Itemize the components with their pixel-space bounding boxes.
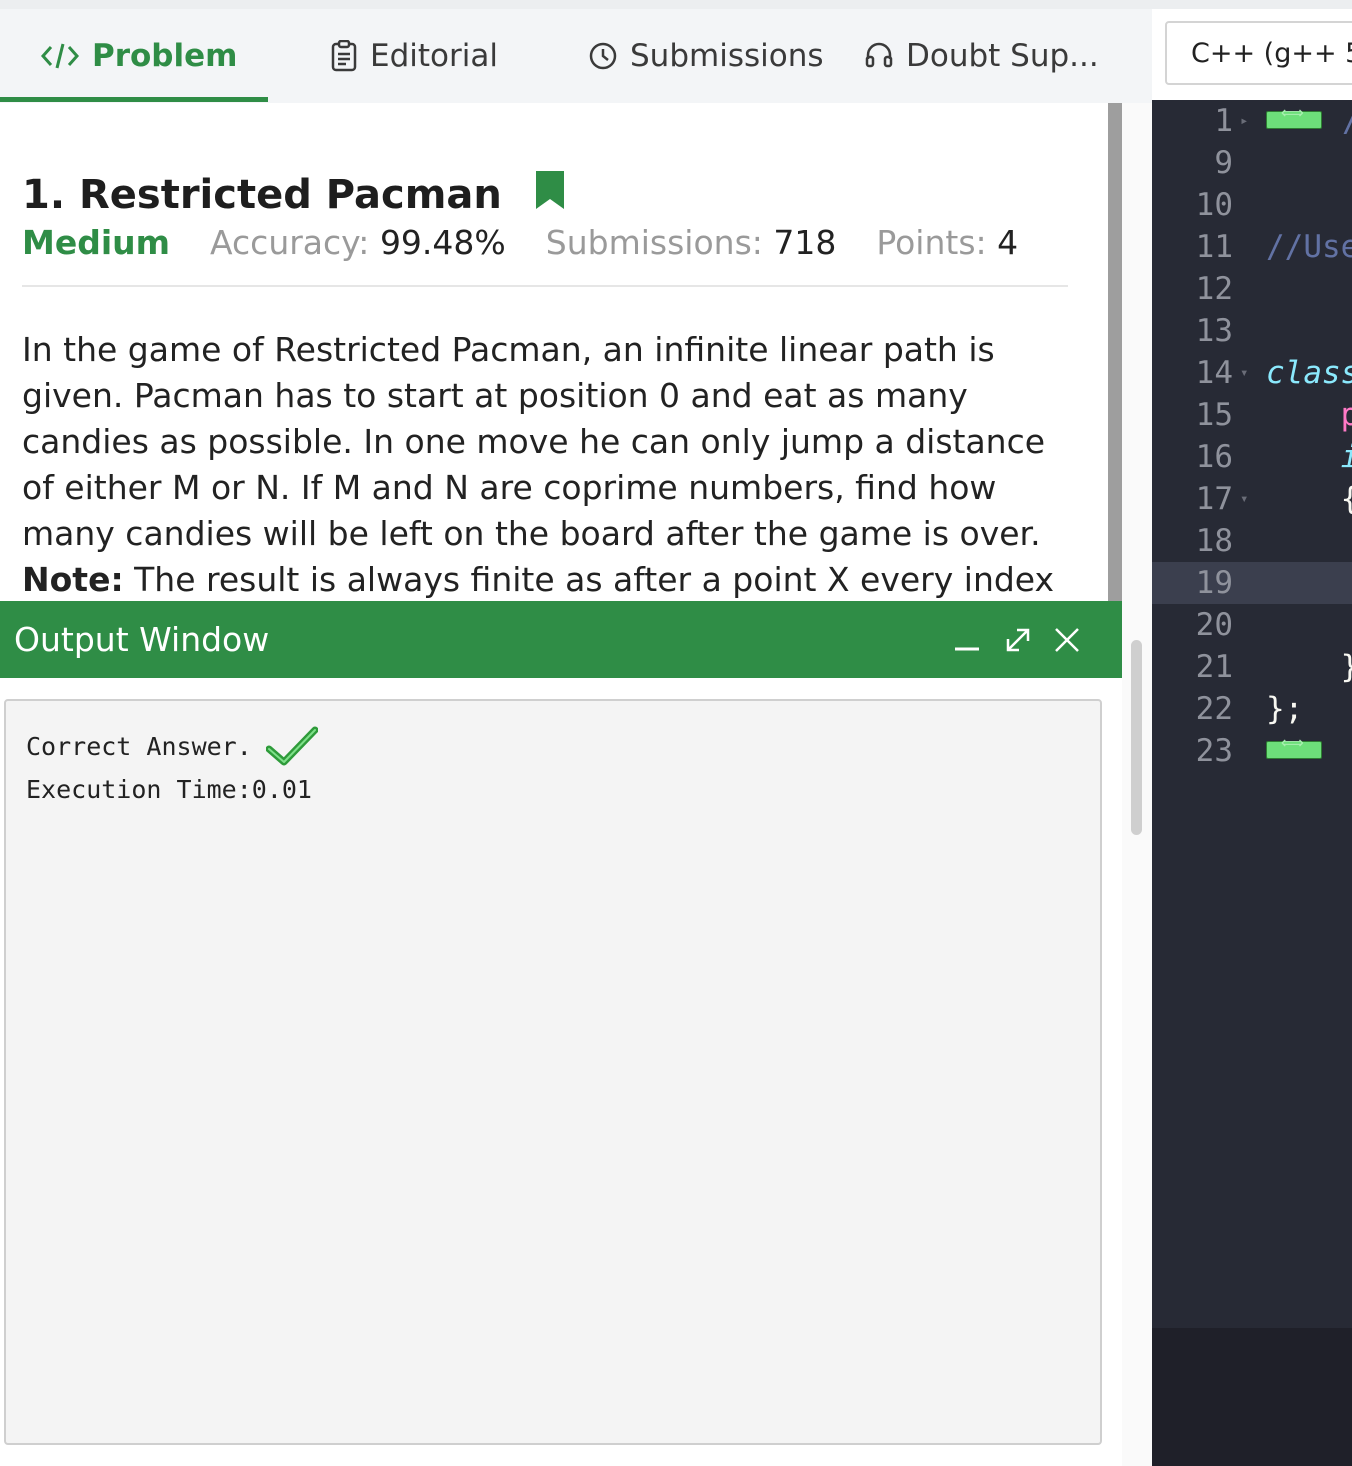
clock-icon <box>588 41 618 71</box>
code-icon <box>40 41 80 71</box>
editor-line[interactable]: 12 <box>1152 268 1352 310</box>
tab-problem[interactable]: Problem <box>40 9 237 103</box>
output-result-line: Correct Answer. <box>26 725 318 767</box>
line-number: 13 <box>1195 313 1233 349</box>
line-number: 15 <box>1195 397 1233 433</box>
line-number: 17 <box>1195 481 1233 517</box>
tab-doubt-support[interactable]: Doubt Sup... <box>864 9 1099 103</box>
line-number: 19 <box>1195 565 1233 601</box>
editor-line[interactable]: 22}; <box>1152 688 1352 730</box>
note-label: Note: <box>22 560 124 599</box>
points-value: 4 <box>997 223 1019 262</box>
output-window: Correct Answer. Execution Time:0.01 <box>0 678 1122 1466</box>
line-number: 1 <box>1214 103 1233 139</box>
problem-panel: 1. Restricted Pacman Medium Accuracy: 99… <box>0 103 1108 603</box>
editor-line[interactable]: 9 <box>1152 142 1352 184</box>
editor-line[interactable]: 21 } <box>1152 646 1352 688</box>
maximize-button[interactable] <box>999 601 1037 678</box>
code-text: { <box>1266 481 1352 517</box>
language-select[interactable]: C++ (g++ 5.4) <box>1165 21 1352 85</box>
difficulty-badge: Medium <box>22 223 171 262</box>
line-number: 16 <box>1195 439 1233 475</box>
accuracy-label: Accuracy: <box>210 223 370 262</box>
problem-description: In the game of Restricted Pacman, an inf… <box>22 327 1082 603</box>
code-editor[interactable]: 1▸/91011//Use121314▾class15 p16 i17▾ {18… <box>1152 100 1352 1466</box>
editor-line[interactable]: 11 //Use <box>1152 226 1352 268</box>
editor-line[interactable]: 19 <box>1152 562 1352 604</box>
accuracy-value: 99.48% <box>379 223 506 262</box>
check-icon <box>265 725 318 767</box>
output-time-line: Execution Time:0.01 <box>26 775 312 804</box>
output-window-header: Output Window <box>0 601 1122 678</box>
close-icon <box>1055 627 1079 652</box>
language-select-value: C++ (g++ 5.4) <box>1191 37 1352 69</box>
folded-code-marker[interactable] <box>1266 733 1322 759</box>
line-number: 12 <box>1195 271 1233 307</box>
code-text: class <box>1266 355 1352 391</box>
line-number: 11 <box>1195 229 1233 265</box>
line-number: 21 <box>1195 649 1233 685</box>
note-text: The result is always finite as after a p… <box>134 560 1055 599</box>
editor-line[interactable]: 10 <box>1152 184 1352 226</box>
submissions-value: 718 <box>773 223 837 262</box>
problem-meta: Medium Accuracy: 99.48% Submissions: 718… <box>22 223 1058 262</box>
code-text: //Use <box>1266 229 1352 265</box>
panel-scrollbar-thumb[interactable] <box>1131 640 1142 835</box>
bookmark-icon[interactable] <box>535 171 564 219</box>
tab-doubt-support-label: Doubt Sup... <box>906 38 1099 74</box>
folded-code-marker[interactable] <box>1266 103 1322 129</box>
tab-editorial-label: Editorial <box>370 38 498 74</box>
line-number: 22 <box>1195 691 1233 727</box>
line-number: 23 <box>1195 733 1233 769</box>
editor-line[interactable]: 1▸ / <box>1152 100 1352 142</box>
editor-line[interactable]: 23 <box>1152 730 1352 772</box>
tab-submissions[interactable]: Submissions <box>588 9 824 103</box>
tab-submissions-label: Submissions <box>630 38 824 74</box>
tab-bar: Problem Editorial Submissions Doubt Sup.… <box>0 9 1152 103</box>
points-label: Points: <box>876 223 987 262</box>
editor-line[interactable]: 16 i <box>1152 436 1352 478</box>
line-number: 10 <box>1195 187 1233 223</box>
top-strip <box>0 0 1352 9</box>
document-icon <box>330 40 358 72</box>
editor-footer <box>1152 1328 1352 1466</box>
close-button[interactable] <box>1048 601 1086 678</box>
headset-icon <box>864 41 894 71</box>
code-text: / <box>1342 100 1352 142</box>
problem-title-row: 1. Restricted Pacman <box>22 171 564 219</box>
active-tab-indicator <box>0 97 268 102</box>
divider <box>22 285 1068 287</box>
fold-toggle-icon[interactable]: ▸ <box>1240 100 1248 142</box>
editor-line[interactable]: 17 ▾ { <box>1152 478 1352 520</box>
output-box: Correct Answer. Execution Time:0.01 <box>4 699 1102 1445</box>
tab-problem-label: Problem <box>92 38 238 74</box>
line-number: 18 <box>1195 523 1233 559</box>
editor-line[interactable]: 15 p <box>1152 394 1352 436</box>
output-result-text: Correct Answer. <box>26 731 252 761</box>
problem-scrollbar[interactable] <box>1108 103 1122 603</box>
problem-title: 1. Restricted Pacman <box>22 172 502 218</box>
editor-line[interactable]: 14 ▾ class <box>1152 352 1352 394</box>
code-text: } <box>1266 649 1352 685</box>
line-number: 14 <box>1195 355 1233 391</box>
editor-line[interactable]: 20 <box>1152 604 1352 646</box>
expand-icon <box>1006 628 1030 651</box>
line-number: 20 <box>1195 607 1233 643</box>
editor-line[interactable]: 13 <box>1152 310 1352 352</box>
minimize-icon <box>955 647 979 650</box>
code-text: p <box>1266 397 1352 433</box>
editor-line[interactable]: 18 <box>1152 520 1352 562</box>
fold-toggle-icon[interactable]: ▾ <box>1240 352 1248 394</box>
code-text: i <box>1266 439 1352 475</box>
output-window-title: Output Window <box>14 620 270 659</box>
tab-editorial[interactable]: Editorial <box>330 9 498 103</box>
minimize-button[interactable] <box>950 601 984 678</box>
fold-toggle-icon[interactable]: ▾ <box>1240 478 1248 520</box>
description-text: In the game of Restricted Pacman, an inf… <box>22 330 1046 553</box>
submissions-label: Submissions: <box>545 223 763 262</box>
code-text: }; <box>1266 691 1304 727</box>
line-number: 9 <box>1214 145 1233 181</box>
